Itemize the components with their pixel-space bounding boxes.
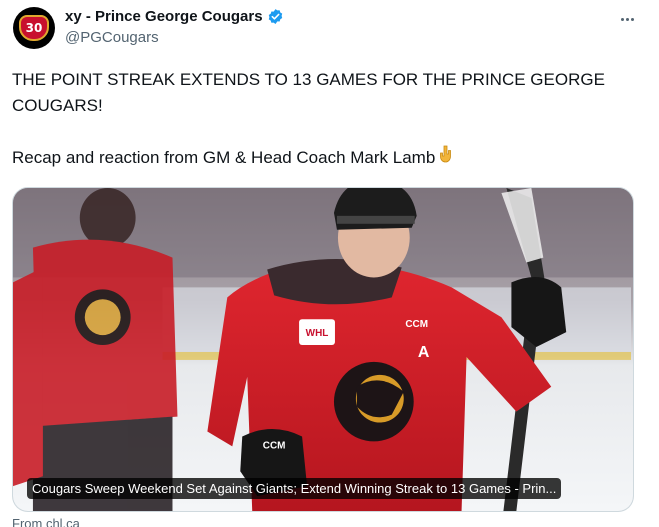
pointing-down-icon: [439, 145, 453, 172]
team-logo-icon: 30: [19, 15, 49, 41]
jersey-brand-text: CCM: [405, 319, 428, 330]
hockey-player-photo: WHL CCM A CCM: [13, 188, 633, 511]
verified-badge-icon: [268, 9, 282, 24]
glove-brand-text: CCM: [263, 440, 286, 451]
account-header: xy - Prince George Cougars @PGCougars: [65, 8, 284, 46]
avatar-text: 30: [25, 21, 43, 35]
display-name[interactable]: xy - Prince George Cougars: [65, 8, 263, 25]
more-options-icon[interactable]: [615, 9, 639, 29]
tweet-line-headline: THE POINT STREAK EXTENDS TO 13 GAMES FOR…: [12, 70, 605, 115]
tweet-text: THE POINT STREAK EXTENDS TO 13 GAMES FOR…: [12, 67, 642, 172]
link-preview-card[interactable]: WHL CCM A CCM Cougars Sweep Weekend Set …: [12, 187, 634, 512]
tweet-recap-text: Recap and reaction from GM & Head Coach …: [12, 148, 436, 167]
tweet-line-recap: Recap and reaction from GM & Head Coach …: [12, 145, 642, 172]
card-caption[interactable]: Cougars Sweep Weekend Set Against Giants…: [27, 478, 562, 499]
avatar[interactable]: 30: [13, 7, 55, 49]
whl-patch-text: WHL: [306, 328, 329, 339]
user-handle[interactable]: @PGCougars: [65, 29, 284, 46]
card-source[interactable]: From chl.ca: [12, 516, 80, 527]
jersey-letter-text: A: [418, 344, 430, 361]
